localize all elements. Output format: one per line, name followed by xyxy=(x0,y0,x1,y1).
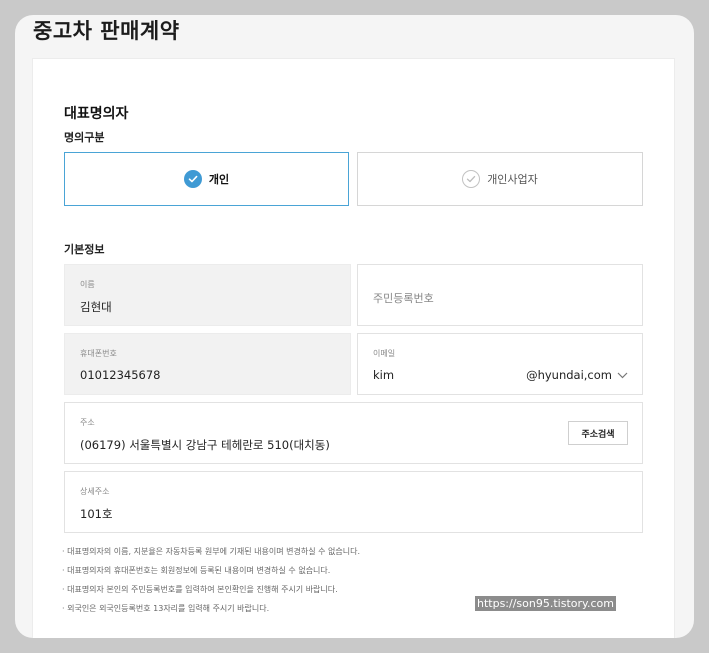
resident-id-placeholder: 주민등록번호 xyxy=(373,292,434,305)
name-value: 김현대 xyxy=(80,300,112,314)
email-local-input[interactable]: kim xyxy=(373,368,394,382)
basic-info-label: 기본정보 xyxy=(64,243,105,256)
detail-address-field[interactable]: 상세주소 101호 xyxy=(64,471,643,533)
ownership-option-label: 개인사업자 xyxy=(487,173,538,186)
address-search-button[interactable]: 주소검색 xyxy=(568,421,628,445)
notice-item: · 외국인은 외국인등록번호 13자리를 입력해 주시기 바랍니다. xyxy=(62,604,270,613)
ownership-option-label: 개인 xyxy=(208,173,230,186)
page-title: 중고차 판매계약 xyxy=(33,19,180,43)
address-value: (06179) 서울특별시 강남구 테헤란로 510(대치동) xyxy=(80,438,330,452)
notice-item: · 대표명의자 본인의 주민등록번호를 입력하여 본인확인을 진행해 주시기 바… xyxy=(62,585,338,594)
check-circle-filled-icon xyxy=(183,170,202,188)
resident-id-field[interactable]: 주민등록번호 xyxy=(357,264,643,326)
detail-address-value[interactable]: 101호 xyxy=(80,506,113,522)
ownership-label: 명의구분 xyxy=(64,131,105,144)
email-label: 이메일 xyxy=(373,349,396,358)
detail-address-label: 상세주소 xyxy=(80,487,110,496)
notice-item: · 대표명의자의 이름, 지분율은 자동차등록 원부에 기재된 내용이며 변경하… xyxy=(62,547,361,556)
ownership-option-business[interactable]: 개인사업자 xyxy=(357,152,643,206)
email-domain-select[interactable]: @hyundai,com xyxy=(526,368,628,382)
name-field: 이름 김현대 xyxy=(64,264,351,326)
ownership-option-individual[interactable]: 개인 xyxy=(64,152,349,206)
email-domain-value: @hyundai,com xyxy=(526,368,612,382)
phone-label: 휴대폰번호 xyxy=(80,349,117,358)
notice-list: · 대표명의자의 이름, 지분율은 자동차등록 원부에 기재된 내용이며 변경하… xyxy=(62,546,360,622)
phone-value: 01012345678 xyxy=(80,368,161,382)
address-field: 주소 (06179) 서울특별시 강남구 테헤란로 510(대치동) 주소검색 xyxy=(64,402,643,464)
chevron-down-icon xyxy=(617,372,628,379)
phone-field: 휴대폰번호 01012345678 xyxy=(64,333,351,395)
app-window: 중고차 판매계약 대표명의자 명의구분 개인 개인사업자 기본정보 이름 김현대… xyxy=(15,15,694,638)
check-circle-outline-icon xyxy=(462,170,481,188)
watermark-text: https://son95.tistory.com xyxy=(475,596,616,611)
notice-item: · 대표명의자의 휴대폰번호는 회원정보에 등록된 내용이며 변경하실 수 없습… xyxy=(62,566,331,575)
form-card: 대표명의자 명의구분 개인 개인사업자 기본정보 이름 김현대 주민등록번호 휴… xyxy=(32,58,675,638)
section-title: 대표명의자 xyxy=(64,106,129,122)
email-field[interactable]: 이메일 kim @hyundai,com xyxy=(357,333,643,395)
address-label: 주소 xyxy=(80,418,95,427)
name-label: 이름 xyxy=(80,280,95,289)
